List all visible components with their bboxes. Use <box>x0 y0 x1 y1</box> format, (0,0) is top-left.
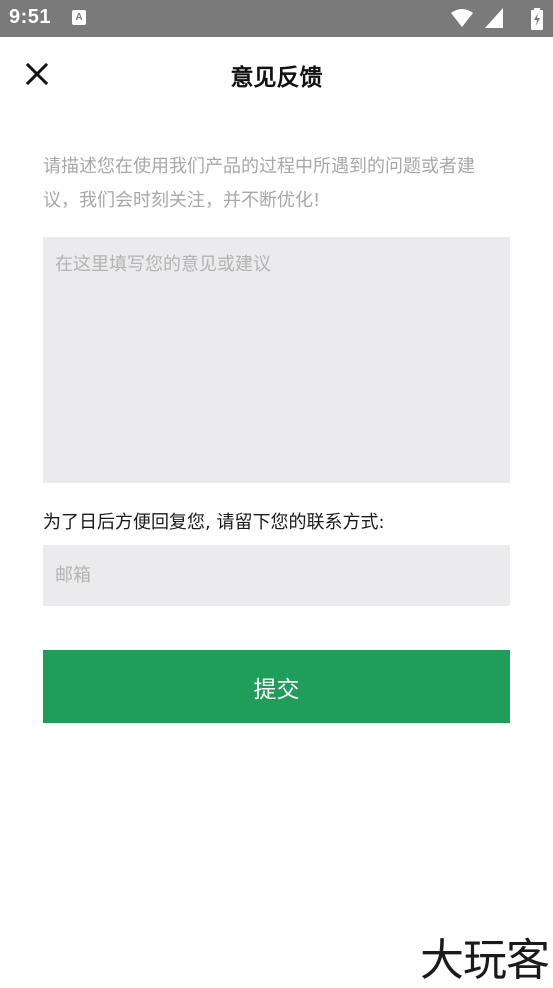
signal-icon <box>485 8 503 28</box>
feedback-textarea[interactable] <box>43 237 510 483</box>
battery-charging-icon <box>531 8 543 30</box>
app-bar: 意见反馈 <box>0 37 553 111</box>
page-title: 意见反馈 <box>230 65 323 91</box>
email-input[interactable] <box>43 545 510 606</box>
contact-label: 为了日后方便回复您, 请留下您的联系方式: <box>43 512 385 533</box>
status-time: 9:51 <box>9 6 52 28</box>
submit-button[interactable]: 提交 <box>43 650 510 723</box>
feedback-description: 请描述您在使用我们产品的过程中所遇到的问题或者建议，我们会时刻关注，并不断优化! <box>43 156 475 211</box>
status-bar: 9:51 A <box>0 0 553 37</box>
submit-button-label: 提交 <box>253 676 300 703</box>
wifi-icon <box>451 9 473 27</box>
watermark-logo: 大玩客 <box>420 935 550 986</box>
a-notification-icon: A <box>72 10 86 25</box>
